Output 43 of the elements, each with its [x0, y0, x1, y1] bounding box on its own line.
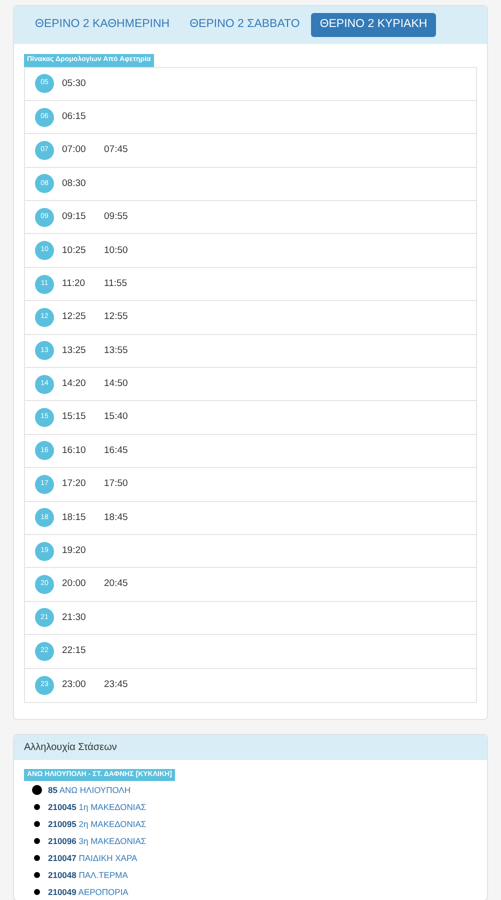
departure-time: 10:50 [104, 244, 129, 258]
departure-time: 06:15 [62, 110, 87, 124]
stop-link[interactable]: 85 ΑΝΩ ΗΛΙΟΥΠΟΛΗ [48, 784, 130, 796]
departure-time: 07:45 [104, 143, 129, 158]
departure-time: 13:25 [62, 344, 87, 358]
departure-time: 12:25 [62, 310, 87, 324]
departure-time: 05:30 [62, 76, 87, 91]
departure-time: 13:55 [104, 344, 129, 358]
departure-time: 22:15 [62, 644, 87, 658]
departure-time: 23:45 [104, 678, 129, 692]
departure-time: 09:15 [62, 210, 87, 224]
stop-link[interactable]: 210096 3η ΜΑΚΕΔΟΝΙΑΣ [48, 834, 146, 848]
departure-time: 17:50 [104, 477, 129, 492]
stop-link[interactable]: 210048 ΠΑΛ.ΤΕΡΜΑ [48, 868, 128, 882]
departure-time: 08:30 [62, 176, 87, 191]
departure-time: 20:45 [104, 577, 129, 592]
stop-link[interactable]: 210095 2η ΜΑΚΕΔΟΝΙΑΣ [48, 818, 146, 830]
departure-time: 11:20 [62, 276, 86, 291]
departure-time: 18:45 [104, 510, 129, 525]
departure-time: 21:30 [62, 610, 87, 625]
departure-time: 10:25 [62, 244, 87, 258]
departure-time: 15:15 [62, 410, 87, 424]
departure-time: 11:55 [104, 276, 128, 291]
departure-time: 07:00 [62, 143, 87, 158]
stop-link[interactable]: 210045 1η ΜΑΚΕΔΟΝΙΑΣ [48, 800, 146, 814]
departure-time: 14:50 [104, 377, 129, 392]
departure-time: 09:55 [104, 210, 129, 224]
departure-time: 17:20 [62, 477, 87, 492]
departure-time: 12:55 [104, 310, 129, 324]
panel-title: Αλληλουχία Στάσεων [24, 740, 117, 755]
departure-time: 18:15 [62, 510, 87, 525]
tab[interactable]: ΘΕΡΙΝΟ 2 ΚΥΡΙΑΚΗ [310, 13, 436, 37]
stop-link[interactable]: 210049 ΑΕΡΟΠΟΡΙΑ [48, 886, 128, 898]
tab[interactable]: ΘΕΡΙΝΟ 2 ΚΑΘΗΜΕΡΙΝΗ [26, 13, 179, 37]
departure-time: 23:00 [62, 678, 87, 692]
departure-time: 14:20 [62, 377, 87, 392]
tab[interactable]: ΘΕΡΙΝΟ 2 ΣΑΒΒΑΤΟ [180, 13, 309, 37]
departure-time: 20:00 [62, 577, 87, 592]
departure-time: 19:20 [62, 544, 87, 558]
stop-link[interactable]: 210047 ΠΑΙΔΙΚΗ ΧΑΡΑ [48, 852, 138, 864]
departure-time: 16:10 [62, 444, 87, 458]
departure-time: 15:40 [104, 410, 129, 424]
departure-time: 16:45 [104, 444, 129, 458]
